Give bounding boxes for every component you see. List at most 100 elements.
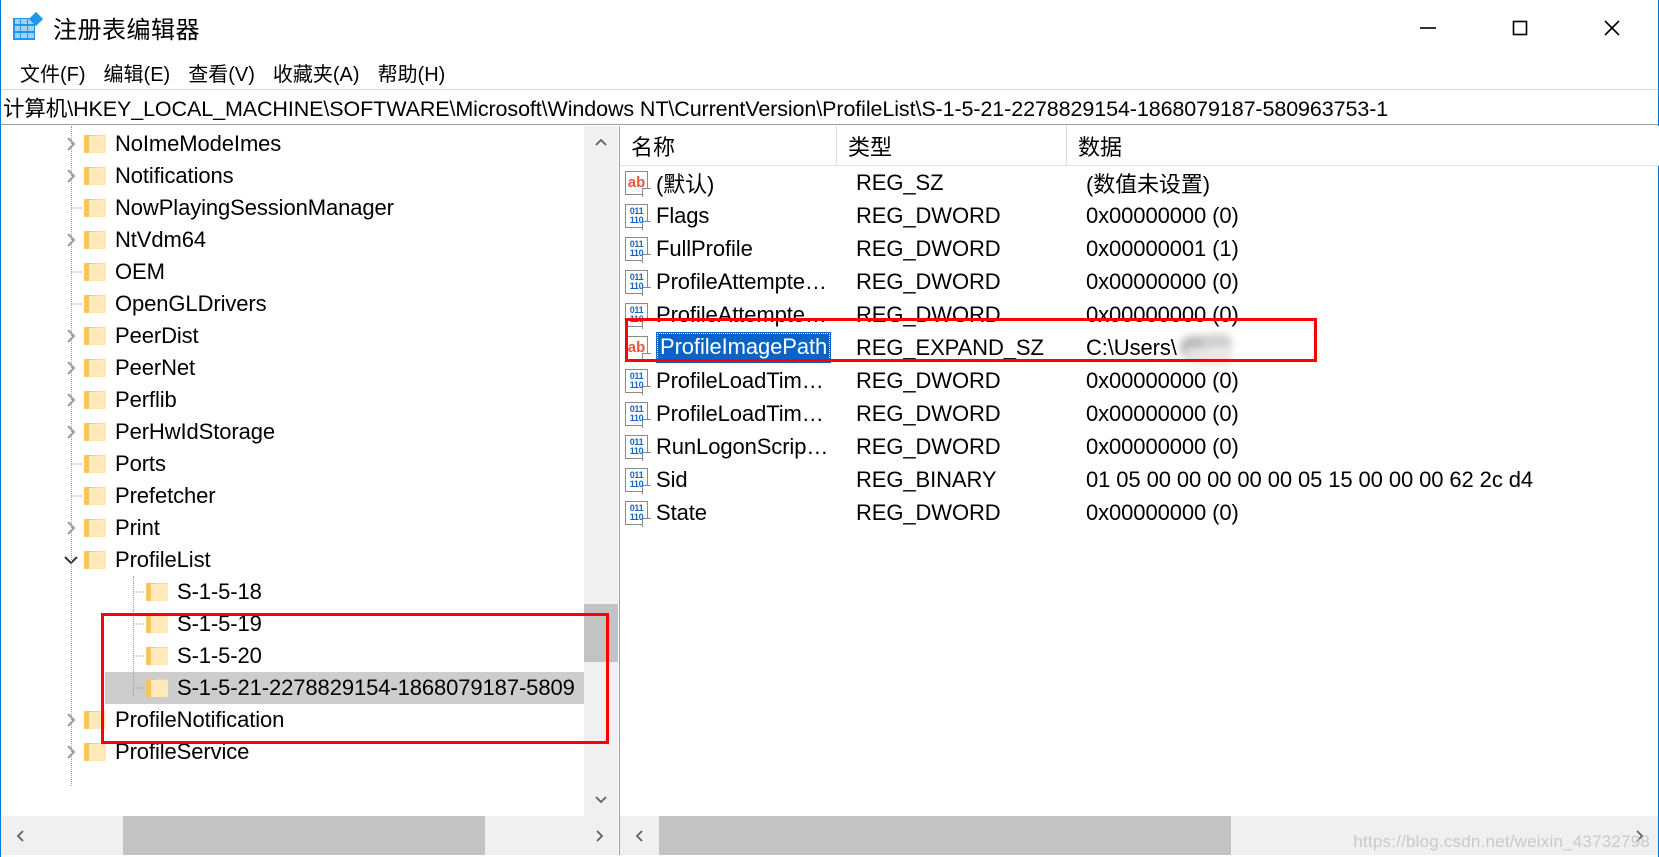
tree-guide-line (71, 126, 72, 786)
tree-item[interactable]: ProfileList (1, 544, 584, 576)
folder-icon (84, 519, 106, 537)
value-data: 0x00000000 (0) (1086, 397, 1239, 430)
folder-icon (146, 679, 168, 697)
folder-icon (84, 359, 106, 377)
value-row[interactable]: 011110FlagsREG_DWORD0x00000000 (0) (620, 199, 1659, 232)
tree-item-label: Prefetcher (115, 485, 216, 507)
tree-scroll-up-arrow[interactable] (584, 126, 618, 160)
tree-scroll-thumb[interactable] (584, 604, 618, 662)
folder-icon (146, 647, 168, 665)
tree-scroll-down-arrow[interactable] (584, 782, 618, 816)
tree-scroll-right-arrow[interactable] (579, 816, 618, 855)
tree-item-label: PerHwIdStorage (115, 421, 275, 443)
values-scroll-left-arrow[interactable] (620, 816, 659, 855)
value-data: C:\Users\ (1086, 331, 1238, 364)
value-name: ProfileAttempte… (656, 265, 827, 298)
binary-value-icon: 011110 (623, 301, 650, 328)
value-data: 0x00000000 (0) (1086, 265, 1239, 298)
tree-item[interactable]: NowPlayingSessionManager (1, 192, 584, 224)
tree-item[interactable]: Perflib (1, 384, 584, 416)
address-bar[interactable]: 计算机\HKEY_LOCAL_MACHINE\SOFTWARE\Microsof… (1, 89, 1658, 125)
menu-view[interactable]: 查看(V) (179, 56, 264, 89)
tree-item[interactable]: PerHwIdStorage (1, 416, 584, 448)
folder-icon (84, 711, 106, 729)
tree-item[interactable]: NtVdm64 (1, 224, 584, 256)
folder-icon (84, 263, 106, 281)
menu-favorites[interactable]: 收藏夹(A) (264, 56, 369, 89)
tree-item[interactable]: OEM (1, 256, 584, 288)
folder-icon (84, 487, 106, 505)
tree-item-label: PeerNet (115, 357, 195, 379)
column-header-type[interactable]: 类型 (836, 126, 1066, 166)
folder-icon (146, 615, 168, 633)
tree-item[interactable]: Prefetcher (1, 480, 584, 512)
value-name: ProfileAttempte… (656, 298, 827, 331)
values-hscroll-thumb[interactable] (659, 816, 1231, 855)
tree-item-label: OEM (115, 261, 165, 283)
value-type: REG_DWORD (856, 298, 1001, 331)
registry-path-text: 计算机\HKEY_LOCAL_MACHINE\SOFTWARE\Microsof… (1, 92, 1388, 123)
tree-item[interactable]: S-1-5-20 (1, 640, 584, 672)
tree-item[interactable]: Print (1, 512, 584, 544)
value-row[interactable]: ab(默认)REG_SZ(数值未设置) (620, 166, 1659, 199)
value-row[interactable]: 011110ProfileLoadTim…REG_DWORD0x00000000… (620, 397, 1659, 430)
tree-item[interactable]: PeerNet (1, 352, 584, 384)
tree-item-label: NowPlayingSessionManager (115, 197, 394, 219)
tree-item-label: S-1-5-19 (177, 613, 262, 635)
folder-icon (84, 327, 106, 345)
minimize-button[interactable] (1382, 0, 1474, 55)
folder-icon (84, 135, 106, 153)
tree-item[interactable]: ProfileService (1, 736, 584, 768)
tree-item[interactable]: Ports (1, 448, 584, 480)
value-name: Flags (656, 199, 709, 232)
tree-vertical-scrollbar[interactable] (584, 126, 618, 816)
value-data: 01 05 00 00 00 00 00 05 15 00 00 00 62 2… (1086, 463, 1533, 496)
column-header-data[interactable]: 数据 (1066, 126, 1659, 166)
tree-item[interactable]: NoImeModeImes (1, 128, 584, 160)
folder-icon (84, 423, 106, 441)
value-data: 0x00000000 (0) (1086, 298, 1239, 331)
value-type: REG_DWORD (856, 496, 1001, 529)
value-type: REG_DWORD (856, 265, 1001, 298)
folder-icon (84, 391, 106, 409)
menu-file[interactable]: 文件(F) (11, 56, 95, 89)
close-button[interactable] (1566, 0, 1658, 55)
tree-guide-line (133, 576, 134, 696)
string-value-icon: ab (623, 169, 650, 196)
tree-scroll-left-arrow[interactable] (1, 816, 40, 855)
binary-value-icon: 011110 (623, 400, 650, 427)
tree-item[interactable]: S-1-5-19 (1, 608, 584, 640)
tree-item-label: Print (115, 517, 160, 539)
tree-item[interactable]: ProfileNotification (1, 704, 584, 736)
tree-item-label: PeerDist (115, 325, 199, 347)
tree-horizontal-scrollbar[interactable] (1, 816, 618, 855)
value-row[interactable]: 011110RunLogonScrip…REG_DWORD0x00000000 … (620, 430, 1659, 463)
folder-icon (84, 551, 106, 569)
menu-edit[interactable]: 编辑(E) (95, 56, 180, 89)
tree-item[interactable]: OpenGLDrivers (1, 288, 584, 320)
value-row[interactable]: 011110StateREG_DWORD0x00000000 (0) (620, 496, 1659, 529)
redacted-username-blur (1176, 334, 1238, 362)
value-row[interactable]: 011110ProfileAttempte… REG_DWORD 0x0000000… (620, 298, 1659, 331)
menu-help[interactable]: 帮助(H) (369, 56, 455, 89)
tree-item[interactable]: PeerDist (1, 320, 584, 352)
values-list[interactable]: ab(默认)REG_SZ(数值未设置)011110FlagsREG_DWORD0… (620, 166, 1659, 855)
value-row[interactable]: 011110ProfileLoadTim…REG_DWORD0x00000000… (620, 364, 1659, 397)
tree-item-label: S-1-5-18 (177, 581, 262, 603)
tree-item[interactable]: S-1-5-21-2278829154-1868079187-5809 (1, 672, 584, 704)
tree-hscroll-thumb[interactable] (123, 816, 485, 855)
registry-tree[interactable]: NoImeModeImes Notifications NowPlayingSess… (1, 126, 584, 816)
value-row[interactable]: 011110SidREG_BINARY01 05 00 00 00 00 00 … (620, 463, 1659, 496)
tree-item[interactable]: Notifications (1, 160, 584, 192)
value-row[interactable]: abProfileImagePathREG_EXPAND_SZC:\Users\ (620, 331, 1659, 364)
value-row[interactable]: 011110FullProfileREG_DWORD0x00000001 (1) (620, 232, 1659, 265)
value-name: Sid (656, 463, 688, 496)
tree-item-label: Notifications (115, 165, 234, 187)
registry-values-pane: 名称 类型 数据 ab(默认)REG_SZ(数值未设置)011110FlagsR… (619, 126, 1658, 855)
value-name: ProfileLoadTim… (656, 364, 824, 397)
window-title: 注册表编辑器 (53, 10, 200, 45)
maximize-button[interactable] (1474, 0, 1566, 55)
tree-item[interactable]: S-1-5-18 (1, 576, 584, 608)
column-header-name[interactable]: 名称 (620, 126, 836, 166)
value-row[interactable]: 011110ProfileAttempte…REG_DWORD0x0000000… (620, 265, 1659, 298)
